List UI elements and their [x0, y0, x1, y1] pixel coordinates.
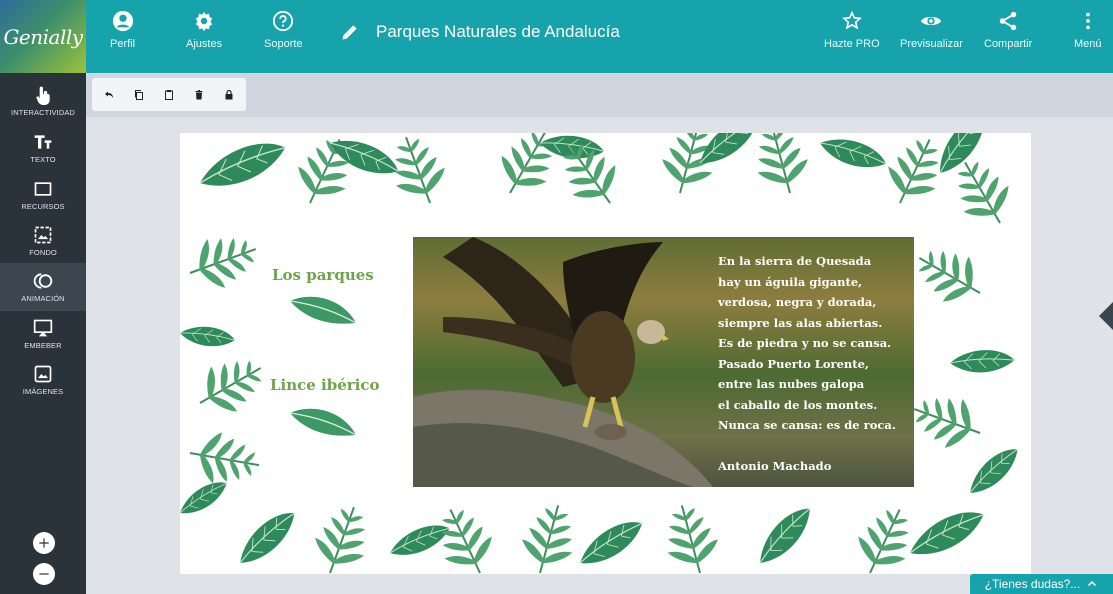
share-icon: [999, 11, 1017, 31]
top-bar: Genially Perfil Ajustes Soporte Parques …: [0, 0, 1113, 73]
share-button[interactable]: Compartir: [984, 10, 1032, 66]
gear-icon: [195, 11, 213, 32]
sidebar-item-label: RECURSOS: [21, 202, 65, 211]
label-los-parques[interactable]: Los parques: [272, 266, 374, 284]
menu-label: Menú: [1074, 38, 1102, 50]
left-sidebar: INTERACTIVIDAD TEXTO RECURSOS FONDO ANIM…: [0, 73, 86, 594]
go-pro-label: Hazte PRO: [824, 38, 880, 50]
leaf-button-icon[interactable]: [288, 291, 358, 331]
sidebar-item-images[interactable]: IMÁGENES: [0, 356, 86, 404]
poem-line: entre las nubes galopa: [718, 377, 865, 391]
slide-canvas[interactable]: Los parques Lince ibérico En la sierra d…: [180, 133, 1031, 574]
background-icon: [34, 226, 52, 244]
sidebar-item-label: FONDO: [29, 248, 57, 257]
sidebar-item-interactivity[interactable]: INTERACTIVIDAD: [0, 77, 86, 125]
sidebar-item-animation[interactable]: ANIMACIÓN: [0, 263, 86, 311]
preview-label: Previsualizar: [900, 38, 963, 50]
plus-icon: [39, 538, 49, 548]
embed-icon: [33, 319, 53, 337]
delete-button[interactable]: [186, 81, 212, 108]
profile-button[interactable]: Perfil: [110, 10, 135, 66]
settings-label: Ajustes: [186, 38, 223, 50]
delete-icon: [195, 89, 203, 99]
go-pro-button[interactable]: Hazte PRO: [824, 10, 880, 66]
genially-logo[interactable]: Genially: [0, 0, 86, 73]
poem-author: Antonio Machado: [718, 458, 832, 473]
tool-group: [92, 78, 246, 111]
edit-toolbar: [86, 73, 1113, 117]
undo-button[interactable]: [96, 81, 122, 108]
sidebar-item-text[interactable]: TEXTO: [0, 124, 86, 172]
zoom-in-button[interactable]: [33, 532, 55, 554]
profile-label: Perfil: [110, 38, 136, 50]
profile-icon: [112, 10, 133, 32]
poem-line: Es de piedra y no se cansa.: [718, 336, 892, 350]
poem-line: Nunca se cansa: es de roca.: [718, 418, 896, 432]
poem-line: hay un águila gigante,: [718, 274, 863, 289]
help-chat-button[interactable]: ¿Tienes dudas?...: [970, 574, 1113, 594]
label-lince-iberico[interactable]: Lince ibérico: [270, 376, 380, 394]
eagle-photo[interactable]: En la sierra de Quesada hay un águila gi…: [413, 237, 914, 487]
sidebar-item-embed[interactable]: EMBEBER: [0, 310, 86, 358]
preview-button[interactable]: Previsualizar: [900, 10, 963, 66]
lock-button[interactable]: [216, 81, 242, 108]
poem-line: Pasado Puerto Lorente,: [718, 356, 869, 371]
sidebar-item-label: ANIMACIÓN: [21, 294, 65, 303]
support-label: Soporte: [264, 38, 303, 50]
leaf-button-icon[interactable]: [288, 403, 358, 443]
project-title[interactable]: Parques Naturales de Andalucía: [376, 22, 620, 42]
eye-icon: [921, 16, 942, 26]
pointer-hand-icon: [36, 86, 50, 105]
images-icon: [34, 365, 52, 383]
text-icon: [34, 135, 52, 149]
poem-line: el caballo de los montes.: [718, 397, 878, 412]
poem-line: En la sierra de Quesada: [718, 254, 872, 268]
chevron-up-icon: [1088, 580, 1097, 587]
share-label: Compartir: [984, 38, 1033, 50]
copy-button[interactable]: [126, 81, 152, 108]
title-area[interactable]: Parques Naturales de Andalucía: [340, 22, 620, 42]
sidebar-item-label: IMÁGENES: [22, 387, 64, 396]
poem-line: verdosa, negra y dorada,: [718, 295, 877, 309]
pencil-icon[interactable]: [340, 22, 360, 42]
menu-button[interactable]: Menú: [1074, 10, 1102, 66]
sidebar-item-resources[interactable]: RECURSOS: [0, 171, 86, 219]
undo-icon: [105, 91, 113, 98]
star-icon: [841, 10, 862, 30]
zoom-out-button[interactable]: [33, 563, 55, 585]
sidebar-item-background[interactable]: FONDO: [0, 217, 86, 265]
sidebar-item-label: TEXTO: [30, 155, 56, 164]
paste-button[interactable]: [156, 81, 182, 108]
logo-text: Genially: [3, 24, 83, 49]
poem-line: siempre las alas abiertas.: [718, 315, 883, 330]
copy-icon: [135, 89, 143, 100]
paste-icon: [165, 89, 173, 100]
help-label: ¿Tienes dudas?...: [984, 577, 1081, 591]
animation-icon: [33, 273, 53, 289]
sidebar-item-label: INTERACTIVIDAD: [11, 108, 75, 117]
sidebar-item-label: EMBEBER: [24, 341, 62, 350]
more-vertical-icon: [1085, 12, 1090, 30]
settings-button[interactable]: Ajustes: [186, 10, 222, 66]
help-circle-icon: [273, 10, 294, 32]
resources-icon: [34, 182, 52, 196]
minus-icon: [39, 573, 49, 575]
right-panel-toggle-icon[interactable]: [1099, 302, 1113, 330]
poem-text-block[interactable]: En la sierra de Quesada hay un águila gi…: [718, 251, 908, 476]
lock-icon: [225, 89, 233, 99]
support-button[interactable]: Soporte: [264, 10, 303, 66]
